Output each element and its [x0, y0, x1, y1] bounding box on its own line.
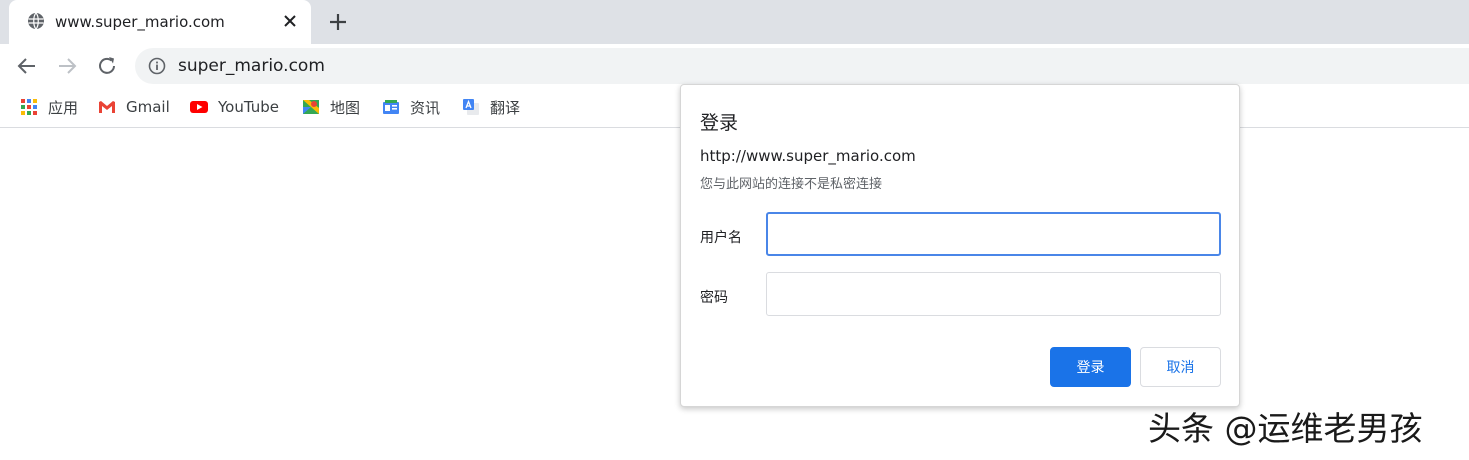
gmail-icon	[99, 101, 115, 113]
url-text[interactable]: super_mario.com	[178, 56, 325, 76]
login-button[interactable]: 登录	[1050, 347, 1131, 387]
bookmark-label: Gmail	[126, 98, 170, 116]
new-tab-plus-icon[interactable]	[327, 11, 349, 33]
bookmark-label: 应用	[48, 98, 79, 117]
bookmark-news[interactable]: 资讯	[382, 97, 440, 117]
dialog-origin: http://www.super_mario.com	[700, 147, 916, 165]
bookmark-label: 翻译	[490, 98, 521, 117]
info-icon[interactable]	[148, 57, 166, 75]
youtube-icon	[190, 101, 208, 113]
bookmark-translate[interactable]: 翻译	[462, 97, 520, 117]
arrow-back-icon[interactable]	[15, 54, 39, 78]
bookmark-label: 资讯	[410, 98, 441, 117]
globe-icon	[28, 12, 44, 30]
news-icon	[383, 100, 399, 114]
dialog-warning: 您与此网站的连接不是私密连接	[700, 177, 883, 192]
reload-icon[interactable]	[95, 54, 119, 78]
dialog-title: 登录	[700, 112, 739, 134]
address-bar[interactable]: super_mario.com	[135, 48, 1469, 84]
password-field[interactable]	[766, 272, 1221, 316]
username-field[interactable]	[766, 212, 1221, 256]
tab-strip: www.super_mario.com	[0, 0, 1469, 44]
password-label: 密码	[700, 290, 728, 306]
bookmark-label: 地图	[330, 98, 361, 117]
close-icon[interactable]	[281, 12, 299, 30]
login-dialog: 登录 http://www.super_mario.com 您与此网站的连接不是…	[680, 84, 1240, 407]
bookmark-label: YouTube	[218, 98, 279, 116]
maps-icon	[303, 100, 319, 114]
cancel-button[interactable]: 取消	[1140, 347, 1221, 387]
browser-tab[interactable]: www.super_mario.com	[9, 0, 311, 44]
username-label: 用户名	[700, 230, 742, 246]
bookmark-gmail[interactable]: Gmail	[98, 97, 170, 117]
tab-title: www.super_mario.com	[55, 13, 225, 31]
apps-grid-icon	[21, 99, 37, 115]
browser-toolbar: super_mario.com	[0, 44, 1469, 88]
bookmark-apps[interactable]: 应用	[20, 97, 78, 117]
bookmark-maps[interactable]: 地图	[302, 97, 360, 117]
bookmark-youtube[interactable]: YouTube	[190, 97, 279, 117]
watermark: 头条 @运维老男孩	[1148, 409, 1423, 448]
translate-icon	[463, 99, 479, 115]
arrow-forward-icon[interactable]	[55, 54, 79, 78]
